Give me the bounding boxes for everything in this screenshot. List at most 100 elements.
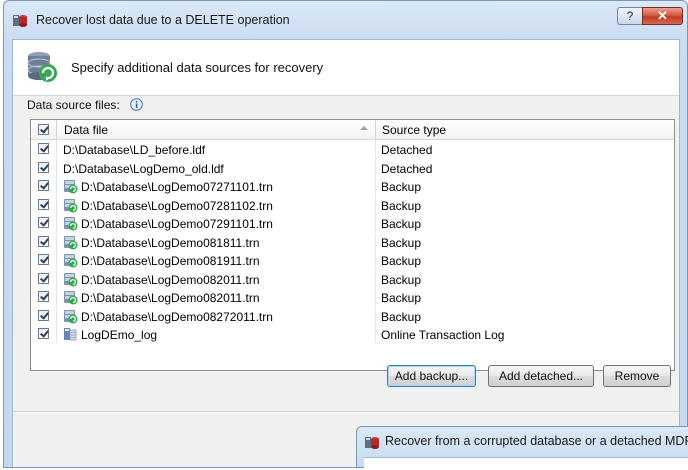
row-select-cell <box>31 306 57 325</box>
dialog-client-area: Specify additional data sources for reco… <box>12 39 680 467</box>
row-select-cell <box>31 288 57 306</box>
row-checkbox[interactable] <box>38 180 49 191</box>
info-icon[interactable] <box>130 98 143 111</box>
select-all-checkbox[interactable] <box>38 124 49 135</box>
row-select-cell <box>31 158 57 177</box>
row-checkbox[interactable] <box>38 235 49 247</box>
footer-separator <box>13 411 679 413</box>
backup-icon <box>62 197 78 213</box>
row-checkbox[interactable] <box>38 198 49 210</box>
source-type-cell: Detached <box>376 159 636 177</box>
data-file-path: D:\Database\LogDemo07281102.trn <box>81 198 273 213</box>
table-row[interactable]: D:\Database\LogDemo08272011.trn Backup <box>31 306 674 325</box>
source-type-value: Online Transaction Log <box>381 328 505 342</box>
row-select-cell <box>31 251 57 269</box>
select-all-column <box>31 120 57 139</box>
row-select-cell <box>31 140 57 158</box>
data-file-cell: D:\Database\LogDemo082011.trn <box>57 288 376 306</box>
row-select-cell <box>31 195 57 214</box>
data-file-path: D:\Database\LogDemo_old.ldf <box>63 161 224 176</box>
table-row[interactable]: D:\Database\LD_before.ldf Detached <box>31 140 674 158</box>
source-type-value: Backup <box>381 254 422 268</box>
data-file-cell: D:\Database\LogDemo082011.trn <box>57 269 376 288</box>
window-title: Recover lost data due to a DELETE operat… <box>36 13 290 27</box>
source-type-value: Detached <box>381 161 433 176</box>
transaction-log-icon <box>62 326 78 342</box>
data-file-cell: D:\Database\LD_before.ldf <box>57 140 376 158</box>
data-source-grid: Data file Source type D:\Database\LD_bef… <box>30 119 675 371</box>
row-checkbox[interactable] <box>38 309 49 321</box>
source-type-cell: Backup <box>376 307 636 325</box>
data-source-files-label: Data source files: <box>27 98 120 112</box>
add-backup-button[interactable]: Add backup... <box>387 365 476 387</box>
source-type-cell: Backup <box>376 270 636 288</box>
table-row[interactable]: D:\Database\LogDemo_old.ldf Detached <box>31 158 674 177</box>
row-select-cell <box>31 214 57 232</box>
table-row[interactable]: D:\Database\LogDemo081811.trn Backup <box>31 232 674 251</box>
table-row[interactable]: D:\Database\LogDemo07271101.trn Backup <box>31 177 674 195</box>
wizard-header-text: Specify additional data sources for reco… <box>71 60 324 75</box>
source-type-cell: Backup <box>376 196 636 214</box>
data-file-path: D:\Database\LogDemo07291101.trn <box>81 217 273 231</box>
column-header-data-file-label: Data file <box>64 123 109 137</box>
column-header-data-file[interactable]: Data file <box>57 120 376 139</box>
row-checkbox[interactable] <box>38 272 49 284</box>
data-file-cell: D:\Database\LogDemo081911.trn <box>57 251 376 269</box>
table-row[interactable]: D:\Database\LogDemo081911.trn Backup <box>31 251 674 269</box>
row-checkbox[interactable] <box>38 291 49 302</box>
source-type-value: Backup <box>381 235 422 250</box>
data-file-cell: D:\Database\LogDemo081811.trn <box>57 232 376 251</box>
recover-delete-dialog: Recover lost data due to a DELETE operat… <box>3 0 688 468</box>
row-checkbox[interactable] <box>38 328 49 339</box>
row-select-cell <box>31 232 57 251</box>
second-window-body <box>364 457 688 470</box>
data-file-path: D:\Database\LogDemo081911.trn <box>81 254 260 268</box>
backup-icon <box>62 234 78 250</box>
data-file-path: D:\Database\LogDemo081811.trn <box>81 235 260 250</box>
column-header-source-type-label: Source type <box>382 123 447 137</box>
source-type-value: Backup <box>381 180 422 194</box>
table-row[interactable]: LogDEmo_log Online Transaction Log <box>31 325 674 343</box>
data-file-cell: D:\Database\LogDemo_old.ldf <box>57 158 376 177</box>
source-type-value: Backup <box>381 272 422 287</box>
backup-icon <box>62 178 78 194</box>
table-row[interactable]: D:\Database\LogDemo082011.trn Backup <box>31 288 674 306</box>
row-select-cell <box>31 269 57 288</box>
source-type-value: Backup <box>381 291 422 305</box>
data-file-path: D:\Database\LogDemo082011.trn <box>81 291 260 305</box>
source-type-value: Backup <box>381 198 422 213</box>
row-checkbox[interactable] <box>38 217 49 228</box>
title-bar[interactable]: Recover lost data due to a DELETE operat… <box>4 1 687 39</box>
remove-button[interactable]: Remove <box>603 365 671 387</box>
source-type-cell: Backup <box>376 288 636 306</box>
help-button[interactable]: ? <box>617 7 643 25</box>
source-type-value: Backup <box>381 217 422 231</box>
data-file-cell: D:\Database\LogDemo07271101.trn <box>57 177 376 195</box>
row-checkbox[interactable] <box>38 161 49 173</box>
row-checkbox[interactable] <box>38 254 49 265</box>
data-file-path: D:\Database\LD_before.ldf <box>63 143 206 157</box>
database-recovery-icon <box>27 52 57 82</box>
apex-app-icon <box>365 437 379 449</box>
second-window-title: Recover from a corrupted database or a d… <box>385 434 688 448</box>
row-checkbox[interactable] <box>38 143 49 154</box>
backup-icon <box>62 289 78 305</box>
data-file-path: D:\Database\LogDemo07271101.trn <box>81 180 273 194</box>
close-button[interactable]: ✕ <box>642 7 683 25</box>
recover-corrupted-database-window[interactable]: Recover from a corrupted database or a d… <box>356 426 688 470</box>
row-select-cell <box>31 177 57 195</box>
sort-ascending-icon <box>360 126 368 130</box>
table-row[interactable]: D:\Database\LogDemo07281102.trn Backup <box>31 195 674 214</box>
data-file-path: D:\Database\LogDemo082011.trn <box>81 272 260 287</box>
column-header-source-type[interactable]: Source type <box>376 120 636 139</box>
table-row[interactable]: D:\Database\LogDemo07291101.trn Backup <box>31 214 674 232</box>
grid-header: Data file Source type <box>31 120 674 140</box>
source-type-cell: Backup <box>376 177 636 195</box>
table-row[interactable]: D:\Database\LogDemo082011.trn Backup <box>31 269 674 288</box>
source-type-cell: Detached <box>376 140 636 158</box>
add-detached-button[interactable]: Add detached... <box>488 365 594 387</box>
backup-icon <box>62 252 78 268</box>
data-file-cell: D:\Database\LogDemo07291101.trn <box>57 214 376 232</box>
source-type-cell: Online Transaction Log <box>376 325 636 343</box>
source-type-value: Backup <box>381 309 422 324</box>
